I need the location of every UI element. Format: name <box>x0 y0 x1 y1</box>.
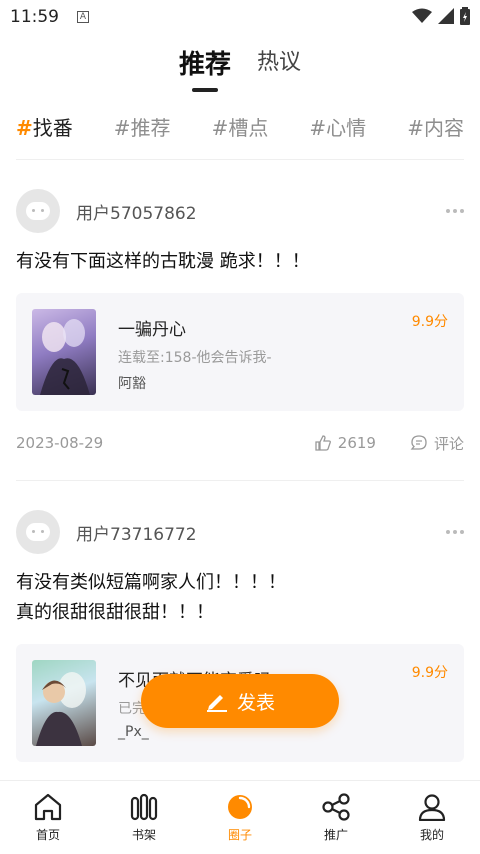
hashtag-find-anime[interactable]: #找番 <box>16 112 73 141</box>
top-tabs: 推荐 热议 <box>0 44 480 94</box>
hashtag-mood[interactable]: #心情 <box>309 112 366 141</box>
hashtag-label: 内容 <box>423 116 464 140</box>
hashtag-filter-bar: #找番 #推荐 #槽点 #心情 #内容 <box>16 112 464 141</box>
comic-score: 9.9分 <box>411 314 448 330</box>
more-options-icon[interactable] <box>446 530 464 534</box>
tab-recommend[interactable]: 推荐 <box>179 44 231 84</box>
battery-icon <box>460 7 470 25</box>
nav-label: 圈子 <box>227 828 252 842</box>
bookshelf-icon <box>130 793 158 821</box>
nav-label: 推广 <box>323 828 348 842</box>
avatar[interactable] <box>16 189 60 233</box>
divider <box>16 159 464 160</box>
hash-symbol: # <box>309 116 327 140</box>
post-text-line: 有没有下面这样的古耽漫 跪求！！！ <box>16 251 310 272</box>
pen-icon <box>206 695 227 712</box>
nav-label: 我的 <box>419 828 444 842</box>
comment-icon[interactable] <box>410 434 428 452</box>
home-icon <box>34 793 62 821</box>
nav-promote[interactable]: 推广 <box>288 781 384 854</box>
nav-profile[interactable]: 我的 <box>384 781 480 854</box>
bottom-nav: 首页 书架 圈子 推广 我的 <box>0 780 480 854</box>
hashtag-content[interactable]: #内容 <box>407 112 464 141</box>
share-icon <box>322 793 350 821</box>
comic-score: 9.9分 <box>411 665 448 681</box>
comic-card[interactable]: 一骗丹心 连载至:158-他会告诉我- 阿豁 9.9分 <box>16 293 464 411</box>
divider <box>16 480 464 481</box>
post-text-line: 真的很甜很甜很甜！！！ <box>16 602 214 623</box>
nav-label: 首页 <box>35 828 60 842</box>
nav-bookshelf[interactable]: 书架 <box>96 781 192 854</box>
comic-author: 阿豁 <box>118 376 146 392</box>
post-text-line: 有没有类似短篇啊家人们！！！！ <box>16 572 286 593</box>
like-count[interactable]: 2619 <box>338 434 376 452</box>
hashtag-label: 推荐 <box>130 116 171 140</box>
publish-label: 发表 <box>236 691 275 714</box>
signal-icon <box>438 8 454 24</box>
comment-label[interactable]: 评论 <box>434 433 464 454</box>
notification-icon: A <box>77 11 89 23</box>
thumbs-up-icon[interactable] <box>314 434 332 452</box>
hash-symbol: # <box>16 116 33 140</box>
hashtag-label: 槽点 <box>228 116 269 140</box>
profile-icon <box>418 794 446 821</box>
status-time: 11:59 <box>10 7 59 27</box>
username[interactable]: 用户73716772 <box>76 520 197 545</box>
hash-symbol: # <box>211 116 229 140</box>
nav-home[interactable]: 首页 <box>0 781 96 854</box>
hash-symbol: # <box>407 116 424 140</box>
avatar-face-icon <box>26 202 50 220</box>
post-header: 用户73716772 <box>16 508 464 556</box>
more-options-icon[interactable] <box>446 209 464 213</box>
comic-progress: 连载至:158-他会告诉我- <box>118 350 272 366</box>
hashtag-recommend[interactable]: #推荐 <box>114 112 171 141</box>
post-text: 有没有下面这样的古耽漫 跪求！！！ <box>16 247 464 277</box>
avatar-face-icon <box>26 523 50 541</box>
hashtag-label: 心情 <box>326 116 367 140</box>
nav-circle[interactable]: 圈子 <box>192 781 288 854</box>
publish-button[interactable]: 发表 <box>141 674 339 728</box>
tab-hot[interactable]: 热议 <box>257 44 301 84</box>
username[interactable]: 用户57057862 <box>76 199 197 224</box>
hashtag-label: 找番 <box>32 116 73 140</box>
status-icons <box>412 7 470 25</box>
hash-symbol: # <box>113 116 131 140</box>
circle-icon <box>228 795 252 819</box>
post-header: 用户57057862 <box>16 187 464 235</box>
hashtag-complaints[interactable]: #槽点 <box>212 112 269 141</box>
comic-cover <box>32 660 96 746</box>
comic-author: _Px_ <box>118 724 149 740</box>
comic-cover <box>32 309 96 395</box>
post-card[interactable]: 用户57057862 有没有下面这样的古耽漫 跪求！！！ 一骗丹心 连载至:15… <box>16 187 464 455</box>
wifi-icon <box>412 8 432 23</box>
comic-title: 一骗丹心 <box>118 320 186 340</box>
status-bar: 11:59 A <box>0 0 480 34</box>
post-footer: 2023-08-29 2619 评论 <box>16 431 464 455</box>
post-text: 有没有类似短篇啊家人们！！！！ 真的很甜很甜很甜！！！ <box>16 568 464 628</box>
nav-label: 书架 <box>131 828 156 842</box>
post-date: 2023-08-29 <box>16 434 104 452</box>
avatar[interactable] <box>16 510 60 554</box>
